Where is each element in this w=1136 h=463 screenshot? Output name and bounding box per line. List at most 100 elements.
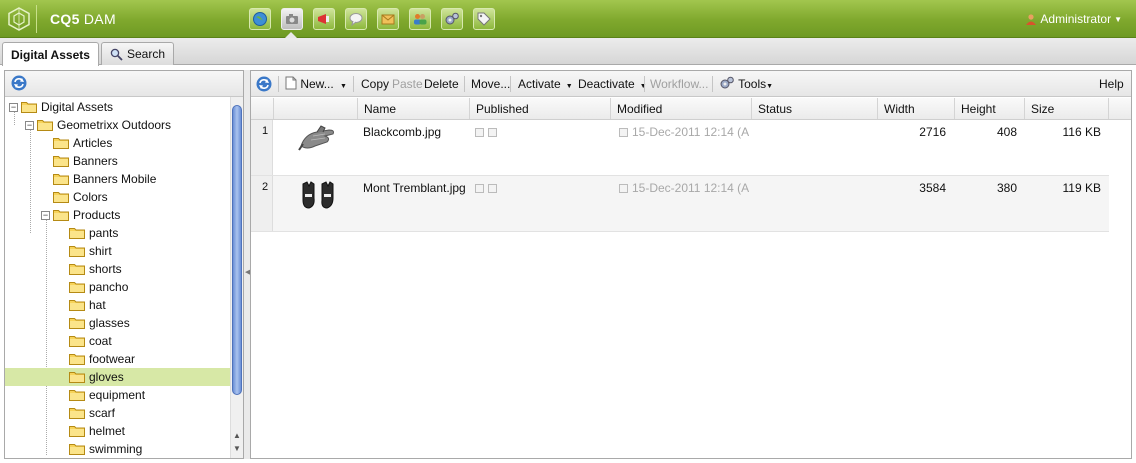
folder-icon [53, 209, 69, 221]
search-icon [110, 48, 123, 61]
column-header-published[interactable]: Published [469, 98, 610, 119]
tree-node-label: scarf [89, 406, 116, 420]
tree-node-helmet[interactable]: helmet [5, 422, 231, 440]
tree-node-shirt[interactable]: shirt [5, 242, 231, 260]
scroll-down-icon[interactable]: ▼ [233, 444, 241, 453]
tree-node-equipment[interactable]: equipment [5, 386, 231, 404]
collapse-toggle-icon[interactable]: − [41, 210, 50, 220]
tree-node-label: pancho [89, 280, 129, 294]
tree-node-colors[interactable]: Colors [5, 188, 231, 206]
move-button[interactable]: Move... [471, 77, 510, 91]
refresh-icon [256, 76, 272, 92]
folder-icon [69, 317, 85, 329]
paste-button[interactable]: Paste [392, 77, 423, 91]
asset-name[interactable]: Blackcomb.jpg [363, 125, 441, 139]
deactivate-button[interactable]: Deactivate▼ [578, 77, 647, 91]
folder-icon [53, 191, 69, 203]
column-header-width[interactable]: Width [877, 98, 954, 119]
thumbnail-column-header[interactable] [273, 98, 357, 119]
tab-strip: Digital Assets Search [0, 38, 1136, 66]
tree-toolbar [5, 71, 243, 97]
help-button[interactable]: Help [1099, 77, 1124, 91]
glove-thumbnail-image[interactable] [295, 124, 341, 156]
asset-size: 119 KB [1062, 181, 1101, 195]
tree-node-pancho[interactable]: pancho [5, 278, 231, 296]
tree-node-label: swimming [89, 442, 143, 456]
user-icon [1026, 14, 1037, 25]
asset-toolbar: New... ▼ Copy Paste Delete Move... Activ… [251, 71, 1131, 97]
cq5-logo-icon [6, 6, 32, 32]
tree-node-hat[interactable]: hat [5, 296, 231, 314]
activate-button[interactable]: Activate ▼ [518, 77, 573, 91]
tree-scrollbar[interactable]: ▲ ▼ [230, 97, 243, 458]
scrollbar-thumb[interactable] [232, 105, 242, 395]
new-document-icon [285, 76, 297, 90]
folder-icon [69, 371, 85, 383]
collapse-toggle-icon[interactable]: − [9, 102, 18, 112]
tree-node-pants[interactable]: pants [5, 224, 231, 242]
delete-button[interactable]: Delete [424, 77, 459, 91]
tree-node-scarf[interactable]: scarf [5, 404, 231, 422]
tree-node-coat[interactable]: coat [5, 332, 231, 350]
tree-node-glasses[interactable]: glasses [5, 314, 231, 332]
campaigns-app-button[interactable] [313, 8, 335, 30]
dam-app-button[interactable] [281, 8, 303, 30]
tools-app-button[interactable] [441, 8, 463, 30]
published-checkbox [475, 128, 484, 138]
new-button[interactable]: New... ▼ [285, 76, 347, 91]
tree-node-swimming[interactable]: swimming [5, 440, 231, 458]
deactivate-label: Deactivate [578, 77, 635, 91]
folder-tree-panel: − Digital Assets − Geometrixx Outdoors Artic… [4, 70, 244, 459]
folder-icon [69, 425, 85, 437]
folder-icon [69, 443, 85, 455]
folder-icon [37, 119, 53, 131]
gears-icon [720, 76, 734, 89]
refresh-tree-button[interactable] [10, 74, 28, 95]
users-app-button[interactable] [409, 8, 431, 30]
tree-node-geometrixx-outdoors[interactable]: − Geometrixx Outdoors [5, 116, 231, 134]
column-header-modified[interactable]: Modified [610, 98, 751, 119]
inbox-app-button[interactable] [377, 8, 399, 30]
tree-node-digital-assets[interactable]: − Digital Assets [5, 98, 231, 116]
user-menu[interactable]: Administrator ▼ [1025, 12, 1122, 26]
tools-button[interactable]: Tools▼ [719, 75, 773, 91]
folder-icon [69, 407, 85, 419]
published-checkbox [488, 128, 497, 138]
tab-search[interactable]: Search [101, 42, 175, 65]
tree-node-label: Geometrixx Outdoors [57, 118, 172, 132]
column-header-name[interactable]: Name [357, 98, 469, 119]
table-row[interactable]: 1 Blackcomb.jpg 15-Dec-2011 12:14 (Adr 2… [251, 120, 1109, 176]
tagging-app-button[interactable] [473, 8, 495, 30]
column-header-height[interactable]: Height [954, 98, 1024, 119]
table-row[interactable]: 2 Mont Tremblant.jpg 15-Dec-2011 12:14 (… [251, 176, 1109, 232]
folder-icon [53, 173, 69, 185]
camera-icon [286, 14, 298, 24]
websites-app-button[interactable] [249, 8, 271, 30]
column-header-size[interactable]: Size [1024, 98, 1109, 119]
toolbar-separator [278, 76, 279, 92]
tree-node-shorts[interactable]: shorts [5, 260, 231, 278]
tree-node-banners[interactable]: Banners [5, 152, 231, 170]
tree-node-footwear[interactable]: footwear [5, 350, 231, 368]
top-bar: CQ5 DAM Administrator ▼ [0, 0, 1136, 38]
tree-node-gloves[interactable]: gloves [5, 368, 231, 386]
workflow-button[interactable]: Workflow... [650, 77, 708, 91]
modified-date: 15-Dec-2011 12:14 (Adr [632, 125, 749, 139]
published-status [475, 125, 501, 139]
tools-label: Tools [738, 77, 767, 91]
folder-icon [69, 335, 85, 347]
tree-node-products[interactable]: − Products [5, 206, 231, 224]
refresh-list-button[interactable] [255, 75, 273, 96]
new-label: New... [300, 77, 334, 91]
glove-thumbnail-image[interactable] [295, 180, 341, 212]
tree-node-articles[interactable]: Articles [5, 134, 231, 152]
collapse-toggle-icon[interactable]: − [25, 120, 34, 130]
tree-node-banners-mobile[interactable]: Banners Mobile [5, 170, 231, 188]
asset-name[interactable]: Mont Tremblant.jpg [363, 181, 466, 195]
scroll-up-icon[interactable]: ▲ [233, 431, 241, 440]
copy-button[interactable]: Copy [361, 77, 389, 91]
tab-digital-assets[interactable]: Digital Assets [2, 42, 99, 66]
column-header-status[interactable]: Status [751, 98, 877, 119]
community-app-button[interactable] [345, 8, 367, 30]
tree-node-label: Digital Assets [41, 100, 114, 114]
